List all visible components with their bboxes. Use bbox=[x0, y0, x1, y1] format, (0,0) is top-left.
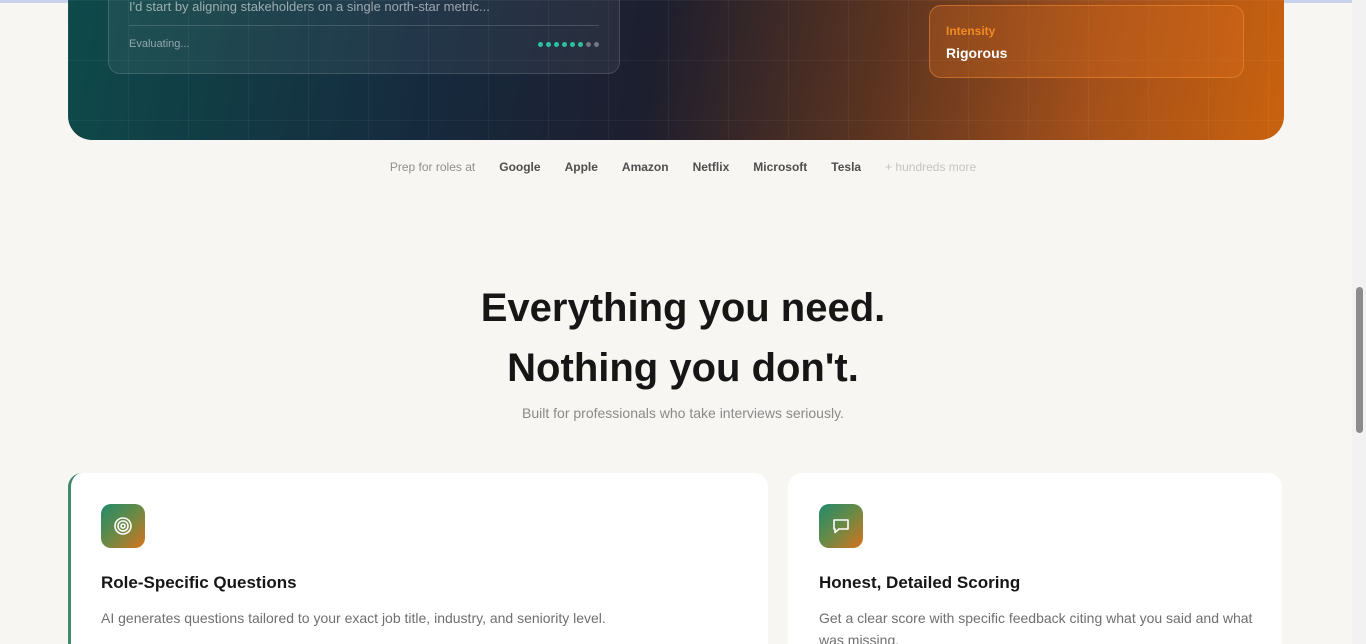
interview-response-card: I'd start by aligning stakeholders on a … bbox=[108, 0, 620, 74]
feature-title: Honest, Detailed Scoring bbox=[819, 573, 1021, 592]
progress-dot bbox=[554, 42, 559, 47]
chat-bubble-icon bbox=[819, 504, 863, 548]
intensity-card: Intensity Rigorous bbox=[929, 5, 1244, 78]
section-subhead: Built for professionals who take intervi… bbox=[522, 405, 844, 421]
scrollbar-thumb[interactable] bbox=[1356, 287, 1363, 433]
response-text: I'd start by aligning stakeholders on a … bbox=[129, 0, 490, 14]
company-logos-row: Prep for roles at Google Apple Amazon Ne… bbox=[0, 160, 1366, 174]
progress-dot bbox=[570, 42, 575, 47]
headline-line-2: Nothing you don't. bbox=[507, 346, 859, 390]
progress-dot bbox=[594, 42, 599, 47]
feature-description: AI generates questions tailored to your … bbox=[101, 610, 606, 626]
feature-card-scoring: Honest, Detailed Scoring Get a clear sco… bbox=[788, 473, 1282, 644]
progress-dot bbox=[586, 42, 591, 47]
target-icon bbox=[101, 504, 145, 548]
company-google: Google bbox=[499, 160, 541, 174]
feature-title: Role-Specific Questions bbox=[101, 573, 297, 592]
feature-description: Get a clear score with specific feedback… bbox=[819, 610, 1253, 644]
feature-card-role-specific: Role-Specific Questions AI generates que… bbox=[68, 473, 768, 644]
page-scrollbar[interactable] bbox=[1352, 0, 1366, 644]
company-amazon: Amazon bbox=[621, 160, 669, 174]
company-tesla: Tesla bbox=[831, 160, 862, 174]
company-apple: Apple bbox=[564, 160, 598, 174]
progress-dot bbox=[538, 42, 543, 47]
progress-dot bbox=[578, 42, 583, 47]
headline-line-1: Everything you need. bbox=[480, 286, 886, 330]
evaluating-status: Evaluating... bbox=[129, 38, 190, 50]
company-netflix: Netflix bbox=[692, 160, 730, 174]
logos-prefix: Prep for roles at bbox=[389, 160, 476, 174]
hero-banner: I'd start by aligning stakeholders on a … bbox=[68, 0, 1284, 140]
progress-dot bbox=[546, 42, 551, 47]
progress-dot bbox=[562, 42, 567, 47]
progress-dots bbox=[538, 42, 599, 47]
intensity-value: Rigorous bbox=[946, 45, 1008, 61]
logos-suffix: + hundreds more bbox=[885, 160, 977, 174]
company-microsoft: Microsoft bbox=[753, 160, 808, 174]
intensity-label: Intensity bbox=[946, 24, 996, 38]
card-divider bbox=[129, 25, 599, 26]
section-headline: Everything you need. Nothing you don't. bbox=[0, 278, 1366, 398]
